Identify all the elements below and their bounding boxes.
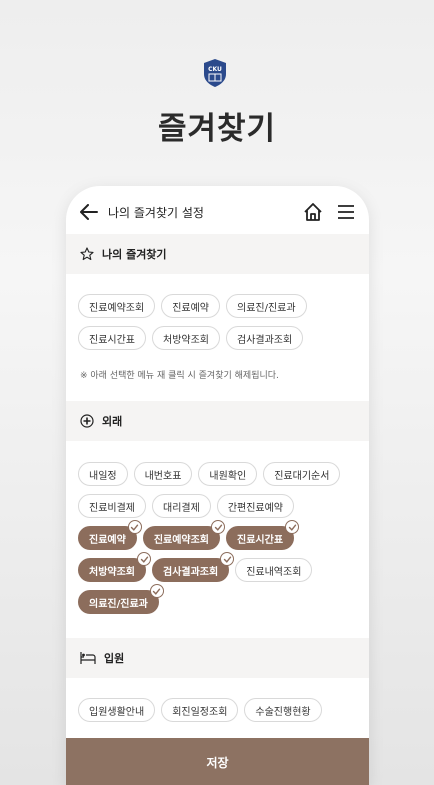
medical-cross-icon [80, 414, 94, 428]
chip-label: 처방약조회 [89, 566, 135, 578]
outpatient-chip-selected[interactable]: 처방약조회 [78, 552, 151, 582]
checkmark-icon [220, 552, 235, 566]
inpatient-chip[interactable]: 수술진행현황 [244, 698, 322, 722]
chip-label: 진료비결제 [89, 502, 135, 514]
chip-row: 진료예약 진료예약조회 진료시간표 [78, 520, 362, 550]
favorites-section-header: 나의 즐겨찾기 [66, 234, 369, 274]
favorite-chip[interactable]: 처방약조회 [152, 326, 220, 350]
favorite-chip[interactable]: 진료예약 [161, 294, 221, 318]
outpatient-chip[interactable]: 내일정 [78, 462, 128, 486]
favorites-chip-list: 진료예약조회 진료예약 의료진/진료과 진료시간표 처방약조회 검사결과조회 [78, 294, 362, 358]
star-icon [80, 247, 94, 261]
chip-row: 진료시간표 처방약조회 검사결과조회 [78, 326, 362, 350]
chip-label: 진료시간표 [237, 534, 284, 546]
outpatient-chip[interactable]: 대리결제 [152, 494, 211, 518]
cku-logo-icon: CKU [204, 59, 226, 87]
outpatient-chip-selected[interactable]: 검사결과조회 [152, 552, 235, 582]
chip-label: 진료대기순서 [274, 470, 330, 482]
chip-label: 내일정 [89, 470, 117, 482]
favorite-chip[interactable]: 진료예약조회 [78, 294, 156, 318]
outpatient-chip[interactable]: 간편진료예약 [216, 494, 295, 518]
checkmark-icon [137, 552, 151, 566]
inpatient-chip[interactable]: 입원생활안내 [78, 698, 156, 722]
outpatient-chip-list: 내일정 내번호표 내원확인 진료대기순서 진료비결제 대리결제 간편진료예약 진료예약 진료예약… [78, 462, 362, 622]
back-arrow-icon[interactable] [80, 204, 98, 220]
chip-label: 내번호표 [144, 470, 182, 482]
outpatient-chip[interactable]: 진료내역조회 [235, 558, 313, 582]
inpatient-section-header: 입원 [66, 638, 369, 678]
chip-label: 진료내역조회 [246, 566, 302, 578]
appbar-title: 나의 즐겨찾기 설정 [108, 205, 204, 220]
checkmark-icon [149, 584, 164, 598]
chip-row: 의료진/진료과 [78, 584, 362, 614]
phone-frame: 나의 즐겨찾기 설정 나의 즐겨찾기 진료예약조회 진료예약 의료진/진료과 진… [66, 186, 369, 785]
outpatient-section-title: 외래 [102, 415, 123, 428]
chip-label: 대리결제 [163, 502, 200, 514]
outpatient-chip-selected[interactable]: 진료예약조회 [142, 520, 226, 550]
chip-label: 진료예약조회 [153, 534, 210, 546]
favorite-chip[interactable]: 진료시간표 [78, 326, 146, 350]
inpatient-chip[interactable]: 회진일정조회 [161, 698, 239, 722]
bed-icon [80, 652, 96, 664]
outpatient-chip[interactable]: 진료비결제 [78, 494, 146, 518]
favorite-chip[interactable]: 의료진/진료과 [226, 294, 307, 318]
chip-label: 간편진료예약 [227, 502, 284, 514]
chip-row: 진료예약조회 진료예약 의료진/진료과 [78, 294, 362, 318]
page-title: 즐겨찾기 [157, 111, 277, 147]
home-icon[interactable] [303, 202, 323, 222]
chip-label: 의료진/진료과 [89, 598, 148, 610]
outpatient-chip[interactable]: 진료대기순서 [263, 462, 341, 486]
chip-row: 진료비결제 대리결제 간편진료예약 [78, 494, 362, 518]
outpatient-chip-selected[interactable]: 진료시간표 [226, 520, 300, 550]
checkmark-icon [211, 520, 226, 534]
outpatient-section-header: 외래 [66, 401, 369, 441]
outpatient-chip-selected[interactable]: 진료예약 [78, 520, 142, 550]
favorite-chip[interactable]: 검사결과조회 [226, 326, 304, 350]
outpatient-chip[interactable]: 내번호표 [133, 462, 193, 486]
checkmark-icon [127, 520, 142, 534]
save-button[interactable]: 저장 [66, 738, 369, 785]
favorites-section-title: 나의 즐겨찾기 [102, 248, 167, 261]
inpatient-section-title: 입원 [104, 652, 125, 665]
chip-row: 내일정 내번호표 내원확인 진료대기순서 [78, 462, 362, 486]
chip-label: 진료예약 [89, 534, 126, 546]
outpatient-chip[interactable]: 내원확인 [198, 462, 258, 486]
chip-label: 내원확인 [209, 470, 247, 482]
inpatient-chip-list: 입원생활안내 회진일정조회 수술진행현황 [78, 698, 362, 730]
checkmark-icon [285, 520, 300, 534]
svg-text:CKU: CKU [208, 66, 222, 73]
favorites-note: ※ 아래 선택한 메뉴 재 클릭 시 즐겨찾기 해제됩니다. [80, 371, 279, 381]
hamburger-menu-icon[interactable] [337, 204, 355, 220]
chip-row: 처방약조회 검사결과조회 진료내역조회 [78, 552, 362, 582]
chip-row: 입원생활안내 회진일정조회 수술진행현황 [78, 698, 362, 722]
outpatient-chip-selected[interactable]: 의료진/진료과 [78, 584, 164, 614]
chip-label: 검사결과조회 [163, 566, 219, 578]
app-bar: 나의 즐겨찾기 설정 [66, 186, 369, 238]
